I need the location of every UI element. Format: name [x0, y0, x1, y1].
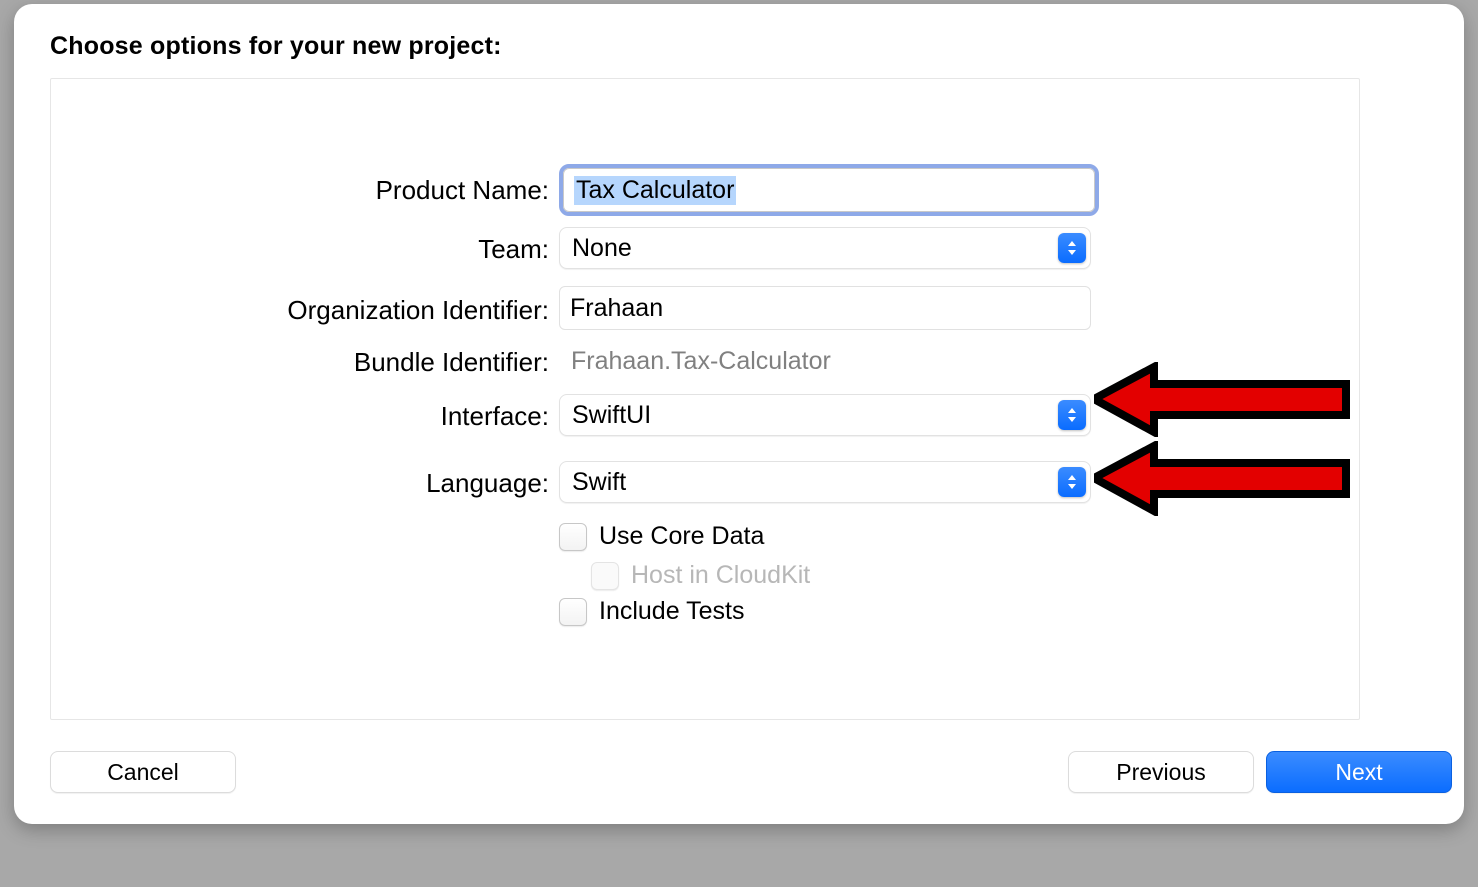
language-value: Swift: [572, 468, 626, 497]
cancel-button[interactable]: Cancel: [50, 751, 236, 793]
product-name-value: Tax Calculator: [574, 176, 736, 205]
team-value: None: [572, 234, 632, 263]
checkbox-icon: [559, 523, 587, 551]
checkbox-icon: [559, 598, 587, 626]
use-core-data-label: Use Core Data: [599, 522, 764, 551]
include-tests-checkbox[interactable]: Include Tests: [559, 597, 744, 626]
form-panel: Product Name: Tax Calculator Team: None …: [50, 78, 1360, 720]
org-identifier-label: Organization Identifier:: [287, 295, 549, 326]
include-tests-label: Include Tests: [599, 597, 744, 626]
bundle-identifier-label: Bundle Identifier:: [354, 347, 549, 378]
host-cloudkit-checkbox: Host in CloudKit: [591, 561, 810, 590]
team-label: Team:: [478, 234, 549, 265]
previous-button[interactable]: Previous: [1068, 751, 1254, 793]
language-select[interactable]: Swift: [559, 461, 1091, 503]
org-identifier-field[interactable]: Frahaan: [559, 286, 1091, 330]
host-cloudkit-label: Host in CloudKit: [631, 561, 810, 590]
product-name-field[interactable]: Tax Calculator: [563, 168, 1095, 212]
use-core-data-checkbox[interactable]: Use Core Data: [559, 522, 764, 551]
checkbox-icon: [591, 562, 619, 590]
org-identifier-value: Frahaan: [570, 294, 663, 323]
dialog-heading: Choose options for your new project:: [50, 32, 502, 61]
next-button[interactable]: Next: [1266, 751, 1452, 793]
language-label: Language:: [426, 468, 549, 499]
bundle-identifier-value: Frahaan.Tax-Calculator: [559, 347, 831, 375]
interface-label: Interface:: [441, 401, 549, 432]
updown-icon: [1058, 233, 1086, 263]
product-name-field-wrap: Tax Calculator: [559, 164, 1099, 216]
interface-select[interactable]: SwiftUI: [559, 394, 1091, 436]
product-name-label: Product Name:: [376, 175, 549, 206]
team-select[interactable]: None: [559, 227, 1091, 269]
project-options-dialog: Choose options for your new project: Pro…: [14, 4, 1464, 824]
interface-value: SwiftUI: [572, 401, 651, 430]
updown-icon: [1058, 467, 1086, 497]
updown-icon: [1058, 400, 1086, 430]
